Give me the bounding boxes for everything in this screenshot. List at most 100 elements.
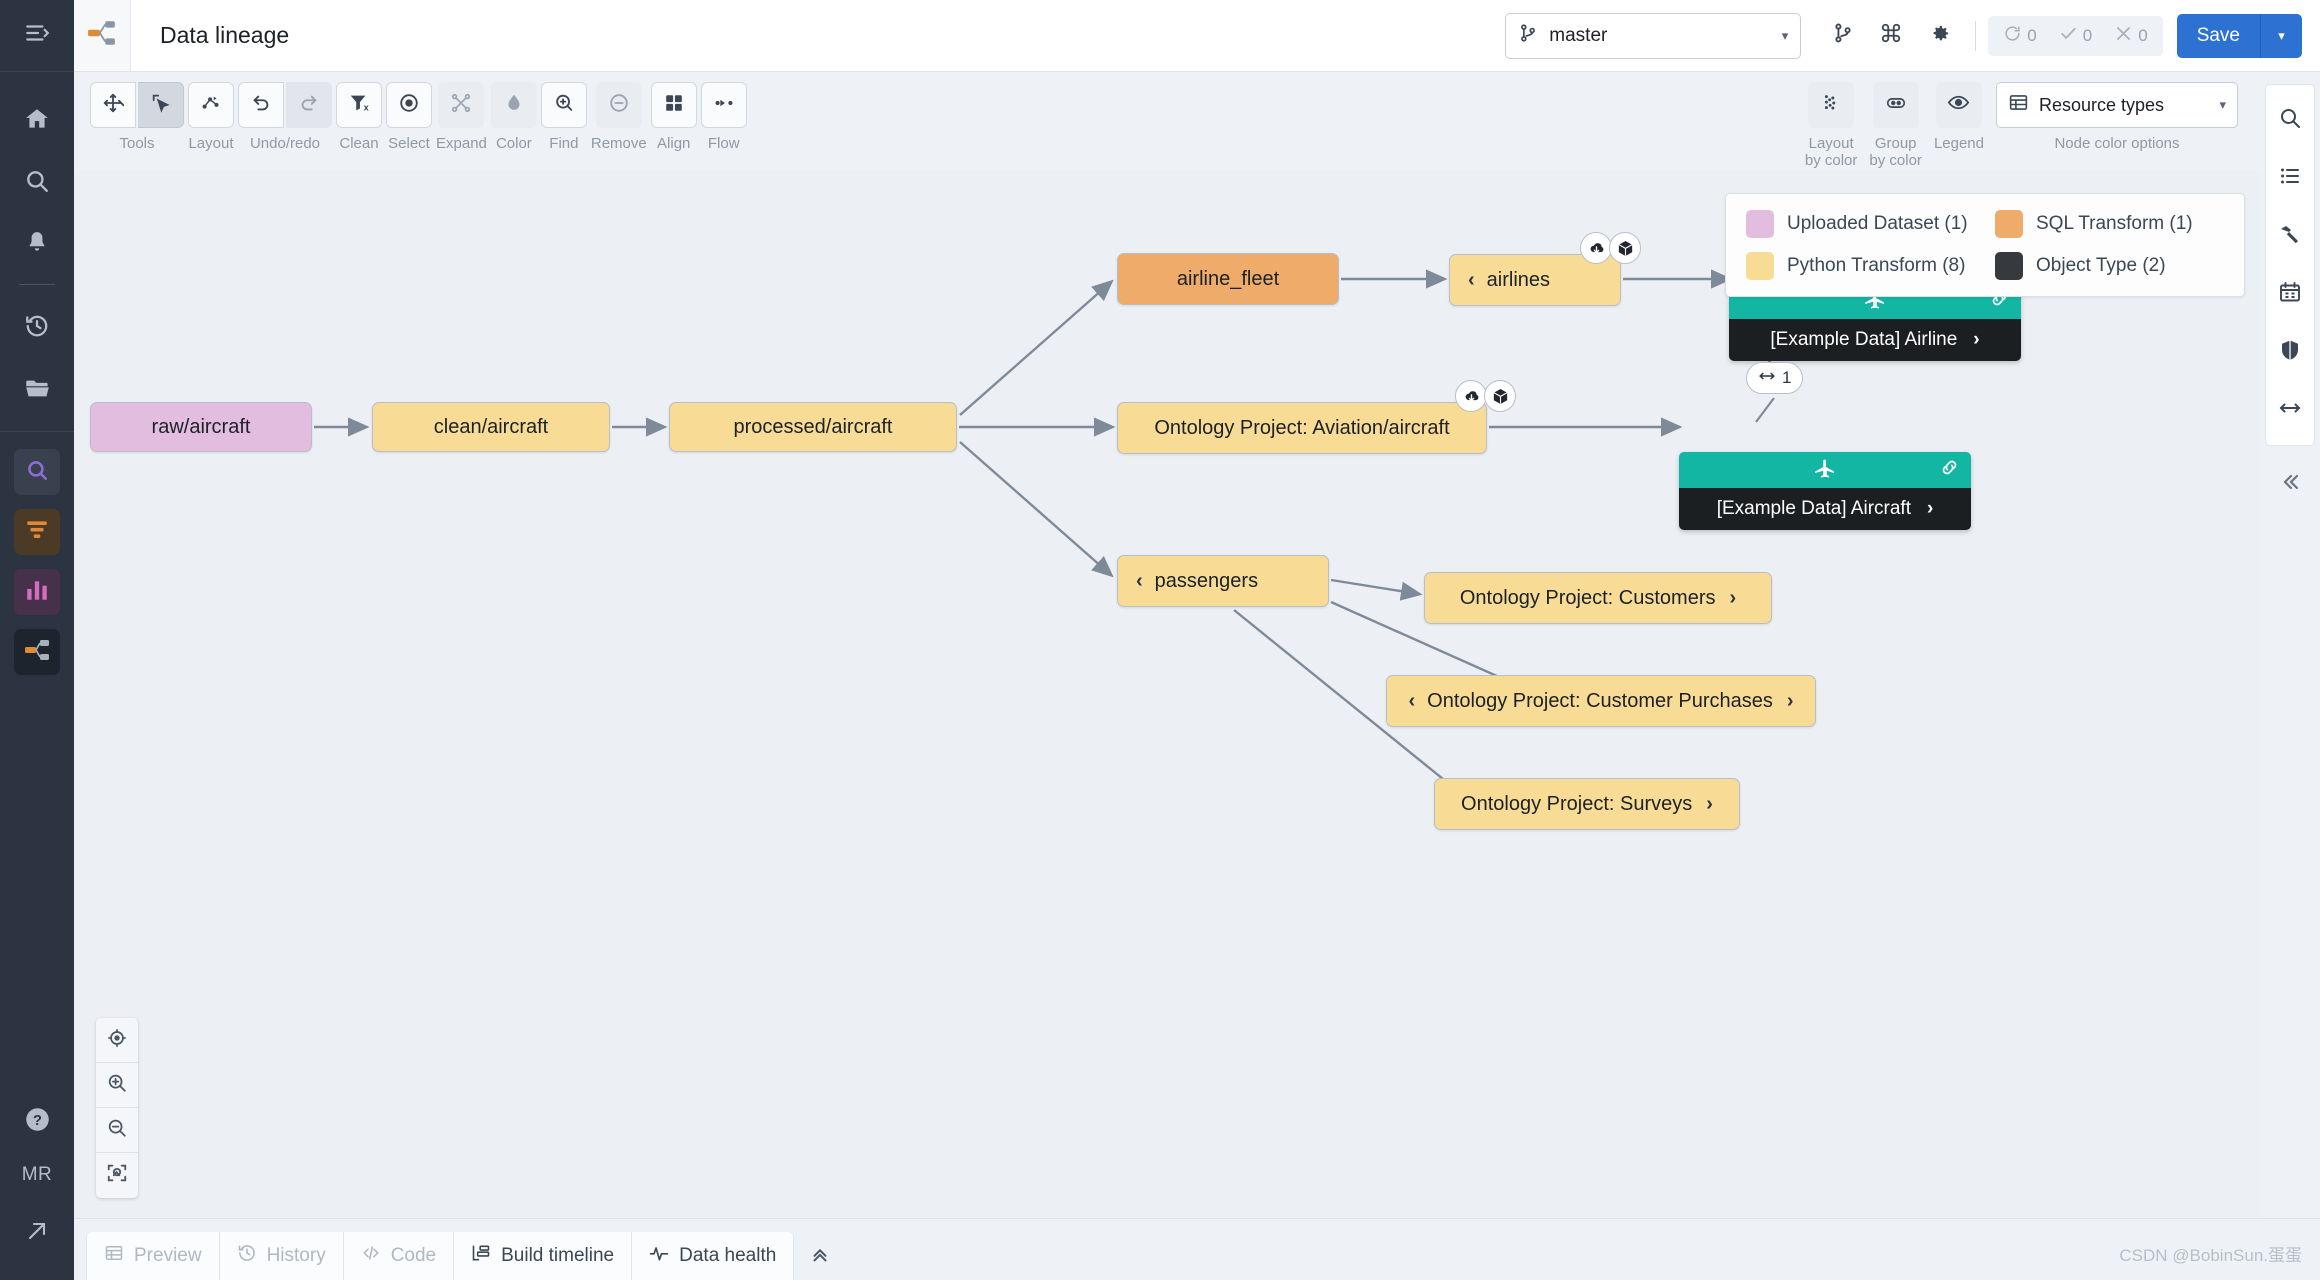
legend-item[interactable]: Python Transform (8) bbox=[1746, 252, 1975, 280]
sidebar-toggle[interactable] bbox=[0, 0, 74, 72]
graph-node-ontology-surveys[interactable]: Ontology Project: Surveys › bbox=[1434, 778, 1740, 830]
right-panel-schedule[interactable] bbox=[2266, 265, 2314, 323]
align-button[interactable] bbox=[650, 82, 697, 128]
sidebar-divider bbox=[19, 284, 55, 285]
success-count[interactable]: 0 bbox=[2048, 19, 2103, 53]
clean-button[interactable]: x bbox=[336, 82, 382, 128]
graph-node-raw-aircraft[interactable]: raw/aircraft bbox=[90, 402, 312, 452]
help-button[interactable]: ? bbox=[11, 1093, 63, 1145]
right-panel-list[interactable] bbox=[2266, 149, 2314, 207]
right-panel-search[interactable] bbox=[2266, 91, 2314, 149]
right-panel-health[interactable] bbox=[2266, 323, 2314, 381]
app-explore[interactable] bbox=[14, 449, 60, 495]
toolbar-label-layout: Layout bbox=[188, 135, 234, 152]
tab-code[interactable]: Code bbox=[343, 1232, 455, 1280]
app-pipeline[interactable] bbox=[14, 509, 60, 555]
legend-item[interactable]: Object Type (2) bbox=[1995, 252, 2224, 280]
graph-node-ontology-customers[interactable]: Ontology Project: Customers › bbox=[1424, 572, 1772, 624]
graph-object-node-aircraft[interactable]: [Example Data] Aircraft › bbox=[1679, 452, 1971, 530]
flow-button[interactable] bbox=[700, 82, 747, 128]
tab-history[interactable]: History bbox=[219, 1232, 344, 1280]
remove-button[interactable] bbox=[595, 82, 642, 128]
legend-item[interactable]: Uploaded Dataset (1) bbox=[1746, 210, 1975, 238]
zoom-in-icon bbox=[106, 1072, 128, 1099]
expand-panel-button[interactable] bbox=[794, 1232, 846, 1280]
select-tool-button[interactable] bbox=[138, 82, 184, 128]
graph-node-ontology-aviation[interactable]: Ontology Project: Aviation/aircraft bbox=[1117, 402, 1487, 454]
group-by-color-button[interactable] bbox=[1872, 82, 1919, 128]
branch-action-button[interactable] bbox=[1819, 12, 1867, 60]
layout-graph-icon bbox=[200, 92, 222, 119]
layout-by-color-button[interactable] bbox=[1808, 82, 1855, 128]
legend-item[interactable]: SQL Transform (1) bbox=[1995, 210, 2224, 238]
collapse-right-rail-button[interactable] bbox=[2266, 464, 2314, 504]
legend-swatch bbox=[1746, 210, 1774, 238]
sidebar-item-notifications[interactable] bbox=[11, 217, 63, 269]
error-count[interactable]: 0 bbox=[2103, 19, 2158, 53]
calendar-icon bbox=[2278, 280, 2302, 309]
search-icon bbox=[24, 168, 50, 194]
bell-icon bbox=[24, 230, 50, 256]
resource-types-select[interactable]: Resource types ▾ bbox=[1996, 82, 2238, 128]
sidebar-item-search[interactable] bbox=[11, 155, 63, 207]
graph-node-clean-aircraft[interactable]: clean/aircraft bbox=[372, 402, 610, 452]
sidebar-item-projects[interactable] bbox=[11, 362, 63, 414]
object-link-count-badge[interactable]: 1 bbox=[1746, 362, 1804, 394]
minus-circle-icon bbox=[608, 92, 630, 119]
layout-button[interactable] bbox=[188, 82, 234, 128]
branch-selector[interactable]: master ▾ bbox=[1505, 12, 1802, 59]
sidebar-item-home[interactable] bbox=[11, 93, 63, 145]
right-sidebar bbox=[2260, 72, 2320, 1280]
app-charts[interactable] bbox=[14, 569, 60, 615]
settings-button[interactable] bbox=[1915, 12, 1963, 60]
toolbar-group-expand: Expand bbox=[436, 82, 487, 152]
fit-screen-button[interactable] bbox=[96, 1153, 138, 1198]
right-panel-compare[interactable] bbox=[2266, 381, 2314, 439]
chevron-down-icon: ▾ bbox=[1781, 27, 1789, 43]
tab-data-health[interactable]: Data health bbox=[632, 1232, 795, 1280]
redo-button[interactable] bbox=[286, 82, 332, 128]
select-button[interactable] bbox=[386, 82, 432, 128]
node-badges-ontology-aviation bbox=[1455, 380, 1516, 412]
cross-icon bbox=[2114, 24, 2133, 48]
pending-count[interactable]: 0 bbox=[1992, 19, 2047, 53]
find-button[interactable] bbox=[540, 82, 587, 128]
graph-node-ontology-customer-purchases[interactable]: ‹ Ontology Project: Customer Purchases › bbox=[1386, 675, 1816, 727]
toolbar-group-color: Color bbox=[490, 82, 537, 152]
right-panel-build[interactable] bbox=[2266, 207, 2314, 265]
zoom-out-button[interactable] bbox=[96, 1108, 138, 1153]
zoom-to-fit-button[interactable] bbox=[96, 1018, 138, 1063]
user-avatar[interactable]: MR bbox=[22, 1164, 53, 1186]
command-button[interactable] bbox=[1867, 12, 1915, 60]
watermark: CSDN @BobinSun.蛋蛋 bbox=[2119, 1246, 2302, 1265]
arrow-up-right-icon bbox=[25, 1219, 49, 1243]
cloud-download-icon[interactable] bbox=[1455, 380, 1487, 412]
graph-node-airline-fleet[interactable]: airline_fleet bbox=[1117, 253, 1339, 305]
graph-node-passengers[interactable]: ‹ passengers bbox=[1117, 555, 1329, 607]
toolbar-group-remove: Remove bbox=[591, 82, 647, 152]
legend-label: SQL Transform (1) bbox=[2036, 213, 2193, 234]
save-dropdown-button[interactable]: ▾ bbox=[2260, 13, 2302, 58]
lineage-canvas[interactable]: raw/aircraft clean/aircraft processed/ai… bbox=[74, 170, 2260, 1218]
color-button[interactable] bbox=[490, 82, 537, 128]
cube-icon[interactable] bbox=[1484, 380, 1516, 412]
cube-icon[interactable] bbox=[1609, 232, 1641, 264]
move-tool-button[interactable] bbox=[90, 82, 136, 128]
toolbar-group-clean: x Clean bbox=[336, 82, 382, 152]
graph-node-processed-aircraft[interactable]: processed/aircraft bbox=[669, 402, 957, 452]
undo-button[interactable] bbox=[238, 82, 284, 128]
tab-build-timeline[interactable]: Build timeline bbox=[454, 1232, 633, 1280]
sidebar-item-recent[interactable] bbox=[11, 300, 63, 352]
save-button[interactable]: Save bbox=[2176, 13, 2260, 58]
link-icon[interactable] bbox=[1939, 457, 1960, 483]
external-link-button[interactable] bbox=[11, 1205, 63, 1257]
expand-button[interactable] bbox=[438, 82, 485, 128]
toolbar-group-layout: Layout bbox=[188, 82, 234, 152]
legend-toggle-button[interactable] bbox=[1935, 82, 1982, 128]
app-lineage[interactable] bbox=[14, 629, 60, 675]
cloud-download-icon[interactable] bbox=[1580, 232, 1612, 264]
right-sidebar-panel bbox=[2265, 84, 2315, 446]
toolbar-label-find: Find bbox=[549, 135, 579, 152]
zoom-in-button[interactable] bbox=[96, 1063, 138, 1108]
tab-preview[interactable]: Preview bbox=[86, 1232, 220, 1280]
